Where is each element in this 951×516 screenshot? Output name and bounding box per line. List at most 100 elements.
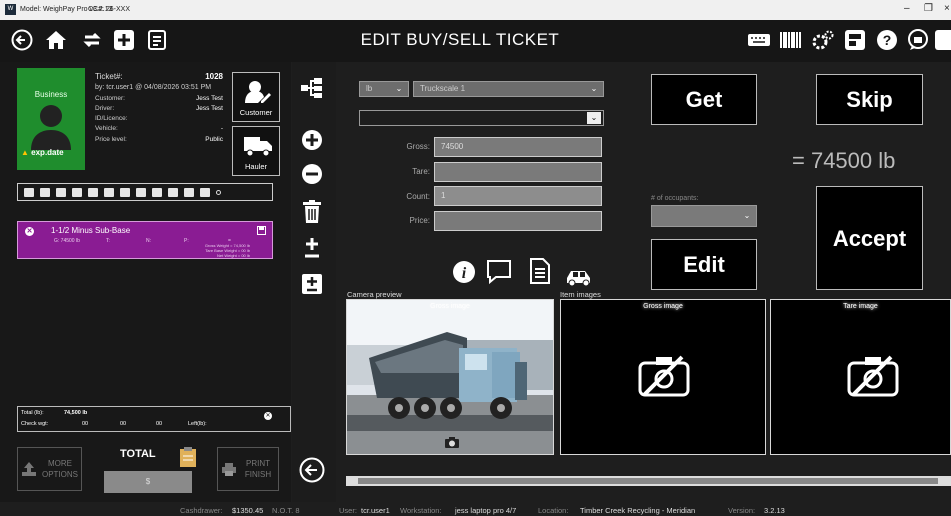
page-title: EDIT BUY/SELL TICKET: [360, 30, 560, 49]
back-icon[interactable]: [8, 26, 36, 54]
status-bar: Cashdrawer: $1350.45 N.O.T. 8 User: tcr.…: [0, 502, 951, 516]
scale-select[interactable]: Truckscale 1 ⌄: [413, 81, 604, 97]
printer-icon: [222, 463, 236, 476]
gross-input[interactable]: 74500: [434, 137, 602, 157]
ticket-panel: Business ▲ exp.date Ticket#: 1028 by: tc…: [0, 62, 291, 502]
check-weight-v2: 00: [120, 421, 127, 427]
minimize-icon[interactable]: –: [904, 3, 910, 14]
restore-icon[interactable]: ❐: [924, 3, 933, 14]
accept-button[interactable]: Accept: [816, 186, 923, 290]
item-name: 1-1/2 Minus Sub-Base: [51, 226, 131, 235]
product-select[interactable]: ⌄: [359, 110, 604, 126]
plus-minus-icon[interactable]: [298, 234, 326, 262]
hauler-button[interactable]: Hauler: [232, 126, 280, 176]
home-icon[interactable]: [42, 26, 70, 54]
clear-totals-icon[interactable]: ✕: [264, 412, 272, 420]
add-item-icon[interactable]: [298, 126, 326, 154]
tare-label: Tare:: [412, 167, 430, 176]
totals-box: Total (lb): 74,500 lb Check wgt: 00 00 0…: [17, 406, 291, 432]
help-icon[interactable]: ?: [873, 26, 901, 54]
document-icon[interactable]: [72, 187, 82, 197]
gross-image-label: Gross image: [643, 303, 683, 310]
svg-text:?: ?: [883, 32, 892, 48]
count-input[interactable]: 1: [434, 186, 602, 206]
pickup-icon[interactable]: [200, 187, 210, 197]
sync-icon[interactable]: [78, 26, 106, 54]
cashdrawer-value: $1350.45: [232, 506, 264, 515]
total-amount: $: [104, 471, 192, 493]
get-button[interactable]: Get: [651, 74, 757, 125]
print-ticket-icon[interactable]: [24, 187, 34, 197]
chevron-down-icon: ⌄: [743, 211, 751, 220]
window-switch-icon[interactable]: [841, 26, 869, 54]
trash-icon[interactable]: [298, 198, 326, 226]
weight-readout: = 74500 lb: [792, 148, 896, 173]
plus-minus-box-icon[interactable]: [298, 270, 326, 298]
workstation-label: Workstation:: [400, 506, 442, 515]
link-icon[interactable]: [152, 187, 162, 197]
item-images-label: Item images: [560, 290, 601, 299]
info-icon[interactable]: i: [452, 260, 476, 284]
ticket-number-label: Ticket#:: [95, 72, 123, 81]
comment-icon[interactable]: [486, 259, 512, 285]
ticket-line-item[interactable]: ✕ 1-1/2 Minus Sub-Base G: 74500 lb T: N:…: [17, 221, 273, 259]
unit-select[interactable]: lb ⌄: [359, 81, 409, 97]
no-camera-icon: [638, 355, 690, 397]
settings-icon[interactable]: [809, 26, 837, 54]
price-input[interactable]: [434, 211, 602, 231]
tare-image-label: Tare image: [843, 303, 878, 310]
clipboard-icon[interactable]: [178, 446, 198, 468]
location-label: Location:: [538, 506, 569, 515]
gross-image-box[interactable]: Gross image: [560, 299, 766, 455]
edit-button[interactable]: Edit: [651, 239, 757, 290]
split-ticket-icon[interactable]: [298, 74, 326, 102]
back-circle-icon[interactable]: [298, 456, 326, 484]
add-ticket-icon[interactable]: [110, 26, 138, 54]
scrollbar-thumb[interactable]: [358, 478, 938, 484]
remove-item-icon[interactable]: ✕: [25, 227, 34, 236]
vehicle-value: -: [220, 125, 223, 132]
upload-icon: [22, 462, 36, 476]
item-gross: G: 74500 lb: [54, 238, 80, 244]
dot-icon[interactable]: [216, 189, 221, 195]
skip-button[interactable]: Skip: [816, 74, 923, 125]
id-card-icon[interactable]: [88, 187, 98, 197]
tare-input[interactable]: [434, 162, 602, 182]
notes-icon[interactable]: [530, 258, 550, 284]
workstation-value: jess laptop pro 4/7: [455, 506, 517, 515]
tare-image-box[interactable]: Tare image: [770, 299, 951, 455]
vehicle-icon[interactable]: [168, 187, 178, 197]
save-item-icon[interactable]: [257, 226, 266, 235]
remove-item-circle-icon[interactable]: [298, 160, 326, 188]
ticket-list-icon[interactable]: [144, 26, 172, 54]
location-value: Timber Creek Recycling - Meridian: [580, 506, 696, 515]
support-chat-icon[interactable]: [904, 26, 932, 54]
count-label: Count:: [406, 192, 430, 201]
more-options-button[interactable]: MORE OPTIONS: [17, 447, 82, 491]
hand-icon[interactable]: [120, 187, 130, 197]
keyboard-icon[interactable]: [745, 26, 773, 54]
vehicle-label: Vehicle:: [95, 125, 118, 132]
horizontal-scrollbar[interactable]: [346, 476, 951, 486]
receipt-icon[interactable]: [40, 187, 50, 197]
print-finish-button[interactable]: PRINT FINISH: [217, 447, 279, 491]
top-toolbar: EDIT BUY/SELL TICKET ?: [0, 20, 951, 62]
close-icon[interactable]: ×: [944, 3, 950, 14]
copy-icon[interactable]: [56, 187, 66, 197]
delivery-icon[interactable]: [184, 187, 194, 197]
driver-value: Jess Test: [196, 105, 223, 112]
occupants-select[interactable]: ⌄: [651, 205, 757, 227]
ticket-by-line: by: tcr.user1 @ 04/08/2026 03:51 PM: [95, 84, 212, 91]
photo-icon[interactable]: [104, 187, 114, 197]
camera-icon[interactable]: [445, 437, 459, 448]
camera-preview[interactable]: Gross image: [346, 299, 554, 455]
price-level-label: Price level:: [95, 136, 127, 143]
signature-icon[interactable]: [136, 187, 146, 197]
car-icon[interactable]: [565, 268, 593, 286]
barcode-icon[interactable]: [777, 26, 805, 54]
customer-button[interactable]: Customer: [232, 72, 280, 122]
version-value: 3.2.13: [764, 506, 785, 515]
business-box[interactable]: Business ▲ exp.date: [17, 68, 85, 170]
exit-icon[interactable]: [934, 26, 951, 54]
check-weight-v3: 00: [156, 421, 163, 427]
